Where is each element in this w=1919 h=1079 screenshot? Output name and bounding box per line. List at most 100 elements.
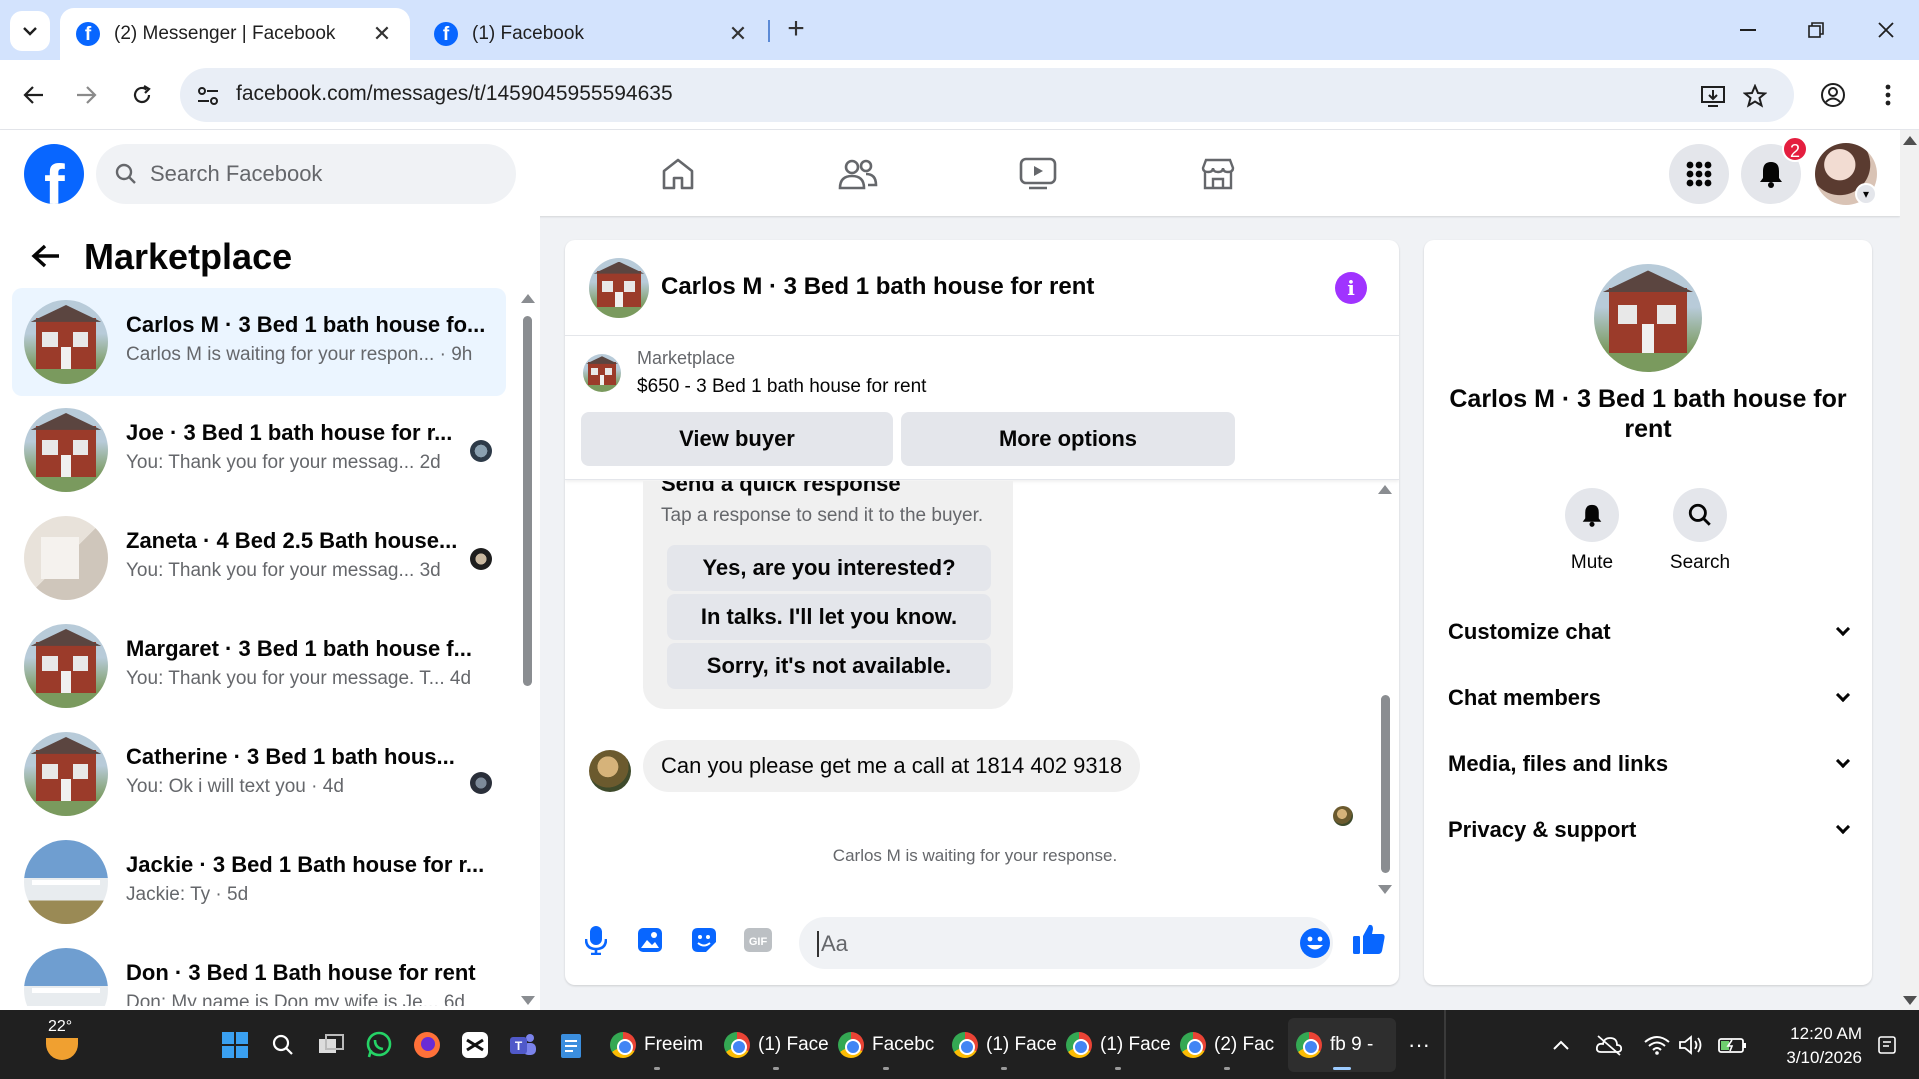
listing-price-title[interactable]: $650 - 3 Bed 1 bath house for rent (637, 376, 926, 398)
quick-response-option[interactable]: Sorry, it's not available. (667, 643, 991, 689)
taskbar-app[interactable]: (1) Face (1058, 1018, 1179, 1072)
close-tab-icon[interactable]: ✕ (370, 21, 394, 47)
message-input[interactable]: Aa (799, 917, 1333, 969)
sidebar-scrollbar[interactable] (523, 316, 532, 686)
nav-marketplace[interactable] (1194, 150, 1242, 198)
taskbar-app[interactable]: (2) Fac (1172, 1018, 1282, 1072)
start-button[interactable] (220, 1030, 250, 1060)
mute-button[interactable]: Mute (1542, 488, 1642, 574)
quick-response-option[interactable]: Yes, are you interested? (667, 545, 991, 591)
back-button[interactable] (16, 77, 52, 113)
conversation-item[interactable]: Carlos M · 3 Bed 1 bath house fo... Carl… (12, 288, 506, 396)
notepad-app[interactable] (556, 1030, 586, 1060)
task-view-button[interactable] (316, 1030, 346, 1060)
chevron-down-icon[interactable]: ▾ (1855, 183, 1877, 205)
notification-center-icon[interactable] (1872, 1030, 1902, 1060)
browser-tab-facebook[interactable]: f (1) Facebook ✕ (418, 8, 766, 60)
listing-thumbnail[interactable] (583, 354, 621, 392)
scroll-up-arrow[interactable] (1903, 136, 1917, 145)
voice-clip-button[interactable] (579, 923, 613, 957)
quick-response-option[interactable]: In talks. I'll let you know. (667, 594, 991, 640)
section-privacy-support[interactable]: Privacy & support (1448, 810, 1858, 850)
conversation-item[interactable]: Catherine · 3 Bed 1 bath hous... You: Ok… (12, 720, 506, 828)
page-scrollbar[interactable] (1900, 130, 1919, 1010)
install-app-icon[interactable] (1698, 81, 1728, 111)
conversation-item[interactable]: Margaret · 3 Bed 1 bath house f... You: … (12, 612, 506, 720)
close-tab-icon[interactable]: ✕ (726, 21, 750, 47)
view-buyer-button[interactable]: View buyer (581, 412, 893, 466)
reload-button[interactable] (124, 77, 160, 113)
attach-media-button[interactable] (633, 923, 667, 957)
search-input[interactable]: Search Facebook (96, 144, 516, 204)
close-window-button[interactable] (1866, 12, 1906, 48)
teams-app[interactable]: T (508, 1030, 538, 1060)
taskbar-app-active[interactable]: fb 9 - (1288, 1018, 1396, 1072)
conversation-item[interactable]: Don · 3 Bed 1 Bath house for rent Don: M… (12, 936, 506, 1006)
scroll-down-arrow[interactable] (1903, 996, 1917, 1005)
search-in-chat-button[interactable]: Search (1650, 488, 1750, 574)
sticker-button[interactable] (687, 923, 721, 957)
gif-button[interactable]: GIF (741, 923, 775, 957)
info-icon[interactable]: i (1335, 272, 1367, 304)
facebook-logo[interactable]: f (24, 144, 84, 204)
profile-button[interactable] (1815, 77, 1851, 113)
search-icon (272, 1034, 293, 1055)
taskbar-app-label: Freeim (644, 1034, 704, 1055)
emoji-button[interactable] (1299, 927, 1331, 959)
wifi-icon[interactable] (1642, 1030, 1672, 1060)
taskbar-app[interactable]: Freeim (602, 1018, 711, 1072)
whatsapp-app[interactable] (364, 1030, 394, 1060)
conversation-item[interactable]: Joe · 3 Bed 1 bath house for r... You: T… (12, 396, 506, 504)
send-like-button[interactable] (1349, 919, 1389, 959)
firefox-app[interactable] (412, 1030, 442, 1060)
section-media-files-links[interactable]: Media, files and links (1448, 744, 1858, 784)
more-vert-icon (1885, 84, 1891, 106)
menu-button[interactable] (1669, 144, 1729, 204)
more-options-button[interactable]: More options (901, 412, 1235, 466)
nav-home[interactable] (654, 150, 702, 198)
taskbar-app[interactable]: Facebc (830, 1018, 942, 1072)
chat-title[interactable]: Carlos M · 3 Bed 1 bath house for rent (661, 273, 1094, 301)
battery-charging-icon[interactable] (1718, 1030, 1748, 1060)
avatar[interactable] (1594, 264, 1702, 372)
browser-tab-messenger[interactable]: f (2) Messenger | Facebook ✕ (60, 8, 410, 60)
capcut-app[interactable] (460, 1030, 490, 1060)
restore-button[interactable] (1796, 12, 1836, 48)
volume-icon[interactable] (1676, 1030, 1706, 1060)
avatar (24, 516, 108, 600)
chevron-up-icon[interactable] (1546, 1030, 1576, 1060)
chat-scrollbar[interactable] (1381, 695, 1390, 873)
avatar[interactable] (589, 258, 649, 318)
taskbar-app[interactable]: (1) Face (944, 1018, 1065, 1072)
taskbar-app[interactable]: (1) Face (716, 1018, 837, 1072)
nav-friends[interactable] (834, 150, 882, 198)
address-bar[interactable]: facebook.com/messages/t/1459045955594635 (180, 68, 1794, 122)
nav-watch[interactable] (1014, 150, 1062, 198)
section-chat-members[interactable]: Chat members (1448, 678, 1858, 718)
weather-widget[interactable]: 22° (40, 1018, 90, 1068)
taskbar-search-button[interactable] (268, 1030, 298, 1060)
site-info-icon[interactable] (194, 82, 222, 110)
new-tab-button[interactable]: + (780, 14, 812, 46)
scroll-down-arrow[interactable] (1378, 885, 1392, 894)
close-icon (1878, 22, 1894, 38)
minimize-button[interactable] (1728, 12, 1768, 48)
task-view-icon (319, 1034, 344, 1053)
message-bubble[interactable]: Can you please get me a call at 1814 402… (643, 740, 1141, 792)
search-label: Search (1669, 552, 1731, 573)
scroll-up-arrow[interactable] (1378, 485, 1392, 494)
more-apps-icon[interactable]: ··· (1404, 1030, 1434, 1060)
conversation-item[interactable]: Jackie · 3 Bed 1 Bath house for r... Jac… (12, 828, 506, 936)
browser-menu-button[interactable] (1870, 77, 1906, 113)
back-button[interactable] (28, 238, 64, 274)
bookmark-star-icon[interactable] (1740, 81, 1770, 111)
forward-button[interactable] (68, 77, 104, 113)
taskbar-app-label: (1) Face (758, 1034, 829, 1055)
scroll-down-arrow[interactable] (521, 996, 535, 1005)
scroll-up-arrow[interactable] (521, 294, 535, 303)
cloud-offline-icon[interactable] (1594, 1030, 1624, 1060)
system-clock[interactable]: 12:20 AM 3/10/2026 (1762, 1022, 1862, 1070)
section-customize-chat[interactable]: Customize chat (1448, 612, 1858, 652)
conversation-item[interactable]: Zaneta · 4 Bed 2.5 Bath house... You: Th… (12, 504, 506, 612)
tab-search-button[interactable] (10, 11, 50, 51)
